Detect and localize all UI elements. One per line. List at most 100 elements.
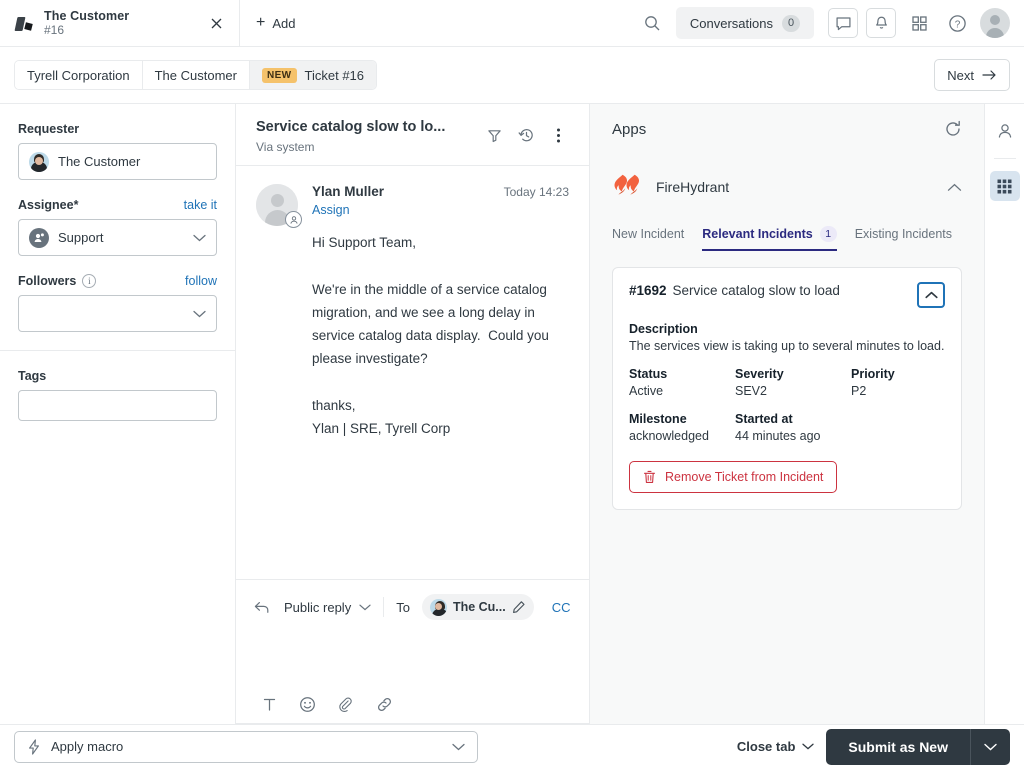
close-tab-button[interactable]: Close tab xyxy=(737,739,815,754)
top-bar-spacer xyxy=(311,0,637,46)
apply-macro-select[interactable]: Apply macro xyxy=(14,731,478,763)
sidebar-divider xyxy=(0,350,235,351)
attachment-icon[interactable] xyxy=(338,697,354,713)
conversation-source: Via system xyxy=(256,140,445,154)
field-value: acknowledged xyxy=(629,429,735,443)
top-bar-actions: Conversations 0 ? xyxy=(638,0,1024,46)
chevron-down-icon xyxy=(802,743,814,750)
apps-grid-icon[interactable] xyxy=(904,8,934,38)
conversation-header: Service catalog slow to lo... Via system xyxy=(236,104,589,166)
status-badge: NEW xyxy=(262,68,297,83)
composer-toolbar xyxy=(236,686,589,724)
search-icon[interactable] xyxy=(638,8,668,38)
pencil-icon[interactable] xyxy=(512,600,526,614)
filter-icon[interactable] xyxy=(479,120,509,150)
user-icon[interactable] xyxy=(990,116,1020,146)
field-label: Milestone xyxy=(629,412,735,426)
avatar-body xyxy=(986,28,1004,38)
bell-icon[interactable] xyxy=(866,8,896,38)
breadcrumb-item-ticket[interactable]: NEW Ticket #16 xyxy=(250,61,376,89)
reply-composer: Public reply To The Cu... CC xyxy=(236,579,589,724)
incident-collapse-button[interactable] xyxy=(917,282,945,308)
follow-link[interactable]: follow xyxy=(185,274,217,288)
add-button[interactable]: + Add xyxy=(240,0,311,46)
field-label: Status xyxy=(629,367,735,381)
help-circle-icon[interactable]: ? xyxy=(942,8,972,38)
tab-new-incident[interactable]: New Incident xyxy=(612,227,684,250)
followers-field: Followers i follow xyxy=(18,274,217,332)
ticket-tab-icon xyxy=(14,14,34,34)
submit-as-new-button[interactable]: Submit as New xyxy=(826,729,970,765)
breadcrumb: Tyrell Corporation The Customer NEW Tick… xyxy=(14,60,377,90)
message-author: Ylan Muller xyxy=(312,184,384,199)
breadcrumb-row: Tyrell Corporation The Customer NEW Tick… xyxy=(0,47,1024,104)
plus-icon: + xyxy=(256,15,265,31)
app-firehydrant-header[interactable]: FireHydrant xyxy=(612,174,962,200)
apps-pane: Apps FireHydrant New Incident Relevant I… xyxy=(590,104,984,724)
chat-icon[interactable] xyxy=(828,8,858,38)
avatar-head xyxy=(990,15,1000,25)
breadcrumb-item-user[interactable]: The Customer xyxy=(143,61,250,89)
close-tab-label: Close tab xyxy=(737,739,796,754)
requester-label: Requester xyxy=(18,122,217,136)
chevron-down-icon xyxy=(452,743,465,751)
to-label: To xyxy=(396,600,410,615)
app-name: FireHydrant xyxy=(656,179,729,195)
chevron-down-icon xyxy=(193,310,206,318)
chevron-up-icon[interactable] xyxy=(947,183,962,192)
rail-divider xyxy=(994,158,1016,159)
recipient-name: The Cu... xyxy=(453,600,506,614)
tab-existing-incidents[interactable]: Existing Incidents xyxy=(855,227,952,250)
incident-field-started-at: Started at 44 minutes ago xyxy=(735,412,851,443)
remove-ticket-from-incident-button[interactable]: Remove Ticket from Incident xyxy=(629,461,837,493)
user-avatar[interactable] xyxy=(980,8,1010,38)
more-vertical-icon[interactable] xyxy=(543,120,573,150)
composer-divider xyxy=(383,597,384,617)
cc-button[interactable]: CC xyxy=(552,600,571,615)
info-icon[interactable]: i xyxy=(82,274,96,288)
add-button-label: Add xyxy=(272,16,295,31)
refresh-icon[interactable] xyxy=(944,120,962,138)
lightning-icon xyxy=(27,739,41,755)
close-icon[interactable] xyxy=(205,13,227,35)
breadcrumb-item-organization[interactable]: Tyrell Corporation xyxy=(15,61,143,89)
recipient-chip[interactable]: The Cu... xyxy=(422,594,534,620)
take-it-link[interactable]: take it xyxy=(184,198,217,212)
ticket-tab[interactable]: The Customer #16 xyxy=(0,0,240,47)
assignee-select[interactable]: Support xyxy=(18,219,217,256)
group-avatar xyxy=(29,228,49,248)
tab-relevant-incidents[interactable]: Relevant Incidents 1 xyxy=(702,226,836,251)
requester-input[interactable]: The Customer xyxy=(18,143,217,180)
ticket-properties-sidebar: Requester The Customer Assignee* take it… xyxy=(0,104,236,724)
recipient-avatar xyxy=(430,599,447,616)
assignee-label: Assignee* xyxy=(18,198,78,212)
tab-count-badge: 1 xyxy=(820,226,837,242)
tags-input[interactable] xyxy=(18,390,217,421)
reply-type-select[interactable]: Public reply xyxy=(284,600,371,615)
reply-textarea[interactable] xyxy=(236,634,589,686)
next-button[interactable]: Next xyxy=(934,59,1010,91)
message-timestamp: Today 14:23 xyxy=(504,185,569,199)
top-bar: The Customer #16 + Add Conversations 0 ? xyxy=(0,0,1024,47)
submit-options-chevron-down-icon[interactable] xyxy=(970,729,1010,765)
chevron-down-icon xyxy=(193,234,206,242)
apps-grid-icon[interactable] xyxy=(990,171,1020,201)
incident-field-priority: Priority P2 xyxy=(851,367,945,398)
history-icon[interactable] xyxy=(511,120,541,150)
ticket-tab-subtitle: #16 xyxy=(44,24,195,38)
remove-button-label: Remove Ticket from Incident xyxy=(665,470,823,484)
breadcrumb-label: Tyrell Corporation xyxy=(27,68,130,83)
apply-macro-label: Apply macro xyxy=(51,739,123,754)
message-avatar xyxy=(256,184,298,226)
followers-select[interactable] xyxy=(18,295,217,332)
page-title: Service catalog slow to lo... xyxy=(256,118,445,136)
conversations-button[interactable]: Conversations 0 xyxy=(676,7,814,39)
assign-link[interactable]: Assign xyxy=(312,203,350,217)
tab-label: New Incident xyxy=(612,227,684,241)
conversations-count: 0 xyxy=(782,15,800,32)
text-format-icon[interactable] xyxy=(262,697,277,712)
incident-description: The services view is taking up to severa… xyxy=(629,339,945,353)
field-value: 44 minutes ago xyxy=(735,429,851,443)
emoji-icon[interactable] xyxy=(299,696,316,713)
link-icon[interactable] xyxy=(376,696,393,713)
